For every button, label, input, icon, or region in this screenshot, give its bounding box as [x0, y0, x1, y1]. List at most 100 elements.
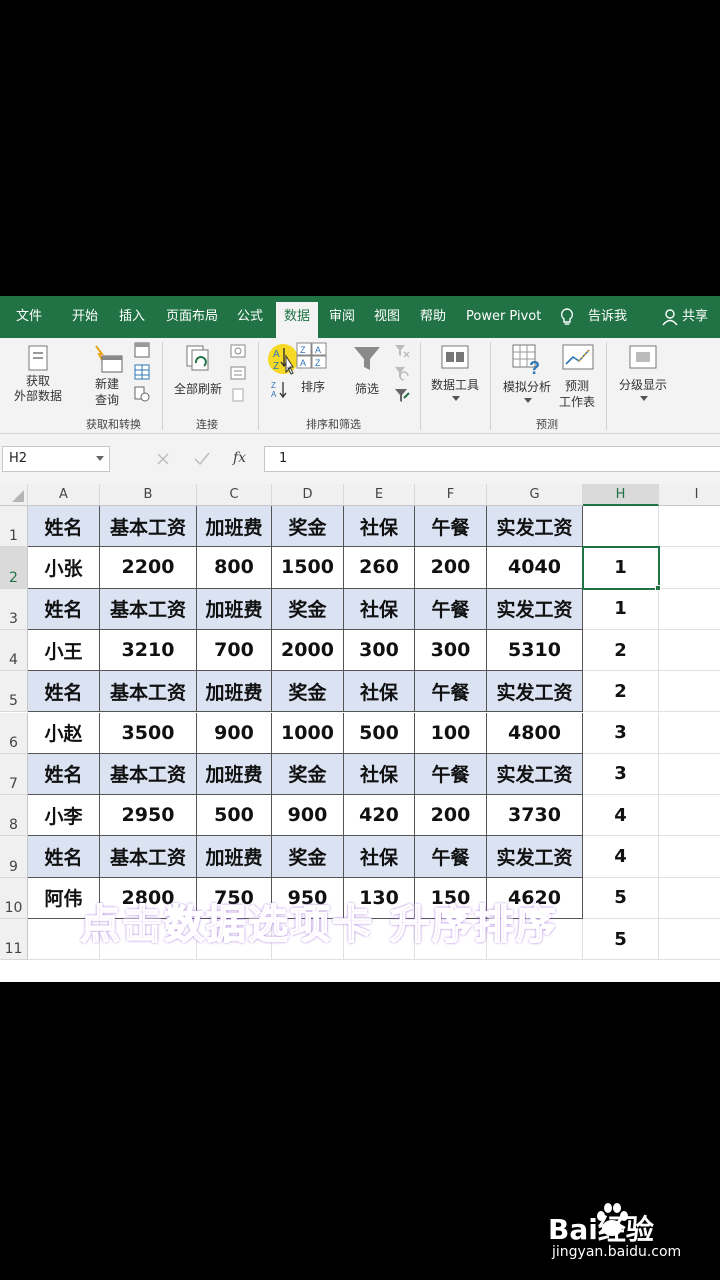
- cell-f8[interactable]: 200: [415, 795, 487, 837]
- cell-a1[interactable]: 姓名: [28, 506, 100, 548]
- cell-b3[interactable]: 基本工资: [100, 588, 197, 630]
- cell-b5[interactable]: 基本工资: [100, 671, 197, 713]
- cell-e2[interactable]: 260: [344, 547, 415, 589]
- cell-f4[interactable]: 300: [415, 629, 487, 672]
- cell-d2[interactable]: 1500: [272, 547, 344, 589]
- data-tools-button[interactable]: 数据工具: [426, 376, 484, 393]
- cell-d4[interactable]: 2000: [272, 629, 344, 672]
- cell-b2[interactable]: 2200: [100, 547, 197, 589]
- cell-c8[interactable]: 500: [197, 795, 272, 837]
- row-header[interactable]: 4: [0, 629, 28, 672]
- cell-g2[interactable]: 4040: [487, 547, 583, 589]
- column-header-e[interactable]: E: [344, 484, 415, 506]
- row-header[interactable]: 6: [0, 712, 28, 754]
- cell-h9[interactable]: 4: [583, 836, 659, 878]
- what-if-analysis-button[interactable]: 模拟分析: [498, 378, 556, 395]
- tab-home[interactable]: 开始: [72, 296, 98, 338]
- cell-b6[interactable]: 3500: [100, 712, 197, 754]
- cell-g5[interactable]: 实发工资: [487, 671, 583, 713]
- tab-help[interactable]: 帮助: [420, 296, 446, 338]
- cell-g9[interactable]: 实发工资: [487, 836, 583, 878]
- row-header[interactable]: 9: [0, 836, 28, 878]
- name-box[interactable]: H2: [2, 446, 110, 472]
- column-header-d[interactable]: D: [272, 484, 344, 506]
- cell-c4[interactable]: 700: [197, 629, 272, 672]
- cell-i6[interactable]: [659, 713, 720, 754]
- outline-button[interactable]: 分级显示: [612, 376, 674, 393]
- cell-a3[interactable]: 姓名: [28, 588, 100, 630]
- advanced-filter-icon[interactable]: [394, 388, 410, 404]
- filter-button[interactable]: 筛选: [348, 380, 386, 397]
- cell-a2[interactable]: 小张: [28, 547, 100, 589]
- properties-icon[interactable]: [230, 366, 246, 380]
- tab-insert[interactable]: 插入: [119, 296, 145, 338]
- cell-b7[interactable]: 基本工资: [100, 753, 197, 796]
- cell-h8[interactable]: 4: [583, 795, 659, 837]
- row-header[interactable]: 3: [0, 588, 28, 630]
- cell-f7[interactable]: 午餐: [415, 753, 487, 796]
- cell-f2[interactable]: 200: [415, 547, 487, 589]
- cell-f1[interactable]: 午餐: [415, 506, 487, 548]
- tab-data[interactable]: 数据: [276, 302, 319, 338]
- cell-e1[interactable]: 社保: [344, 506, 415, 548]
- cell-d1[interactable]: 奖金: [272, 506, 344, 548]
- cell-d3[interactable]: 奖金: [272, 588, 344, 630]
- fill-handle[interactable]: [655, 584, 661, 591]
- show-queries-icon[interactable]: [134, 342, 150, 358]
- cell-i2[interactable]: [659, 547, 720, 589]
- cell-g8[interactable]: 3730: [487, 795, 583, 837]
- cell-f9[interactable]: 午餐: [415, 836, 487, 878]
- cell-i7[interactable]: [659, 754, 720, 796]
- enter-icon[interactable]: [194, 452, 210, 466]
- cell-c2[interactable]: 800: [197, 547, 272, 589]
- reapply-filter-icon[interactable]: [394, 366, 410, 382]
- row-header[interactable]: 7: [0, 753, 28, 796]
- sort-descending-icon[interactable]: Z A: [270, 380, 290, 400]
- cell-h1[interactable]: [583, 506, 659, 548]
- cell-h4[interactable]: 2: [583, 629, 659, 672]
- cell-h5[interactable]: 2: [583, 671, 659, 713]
- column-header-h[interactable]: H: [583, 484, 659, 506]
- sort-button[interactable]: 排序: [298, 378, 328, 395]
- cell-h6[interactable]: 3: [583, 712, 659, 754]
- chevron-down-icon[interactable]: [96, 456, 104, 462]
- cell-g6[interactable]: 4800: [487, 712, 583, 754]
- cell-h3[interactable]: 1: [583, 588, 659, 630]
- refresh-all-button[interactable]: 全部刷新: [172, 380, 224, 397]
- cell-c3[interactable]: 加班费: [197, 588, 272, 630]
- cell-e6[interactable]: 500: [344, 712, 415, 754]
- column-header-c[interactable]: C: [197, 484, 272, 506]
- from-table-icon[interactable]: [134, 364, 150, 380]
- column-header-i[interactable]: I: [659, 484, 720, 506]
- row-header[interactable]: 2: [0, 547, 28, 589]
- get-external-data-button[interactable]: 获取 外部数据: [4, 374, 72, 404]
- cell-h11[interactable]: 5: [583, 919, 659, 961]
- cell-d9[interactable]: 奖金: [272, 836, 344, 878]
- cell-b1[interactable]: 基本工资: [100, 506, 197, 548]
- cell-b8[interactable]: 2950: [100, 795, 197, 837]
- cell-b4[interactable]: 3210: [100, 629, 197, 672]
- cell-c5[interactable]: 加班费: [197, 671, 272, 713]
- cell-i5[interactable]: [659, 671, 720, 713]
- cell-i4[interactable]: [659, 630, 720, 672]
- cell-d5[interactable]: 奖金: [272, 671, 344, 713]
- cell-d6[interactable]: 1000: [272, 712, 344, 754]
- cell-c6[interactable]: 900: [197, 712, 272, 754]
- column-header-f[interactable]: F: [415, 484, 487, 506]
- share-button[interactable]: 共享: [682, 296, 708, 338]
- tab-page-layout[interactable]: 页面布局: [166, 296, 218, 338]
- cell-e7[interactable]: 社保: [344, 753, 415, 796]
- row-header[interactable]: 10: [0, 877, 28, 919]
- insert-function-icon[interactable]: fx: [233, 450, 246, 466]
- tab-view[interactable]: 视图: [374, 296, 400, 338]
- cell-g7[interactable]: 实发工资: [487, 753, 583, 796]
- cell-i10[interactable]: [659, 878, 720, 919]
- cell-e9[interactable]: 社保: [344, 836, 415, 878]
- recent-sources-icon[interactable]: [134, 386, 150, 402]
- row-header[interactable]: 8: [0, 795, 28, 837]
- cell-a9[interactable]: 姓名: [28, 836, 100, 878]
- formula-input[interactable]: 1: [264, 446, 720, 472]
- tab-review[interactable]: 审阅: [329, 296, 355, 338]
- cell-d7[interactable]: 奖金: [272, 753, 344, 796]
- select-all-corner[interactable]: [0, 484, 28, 506]
